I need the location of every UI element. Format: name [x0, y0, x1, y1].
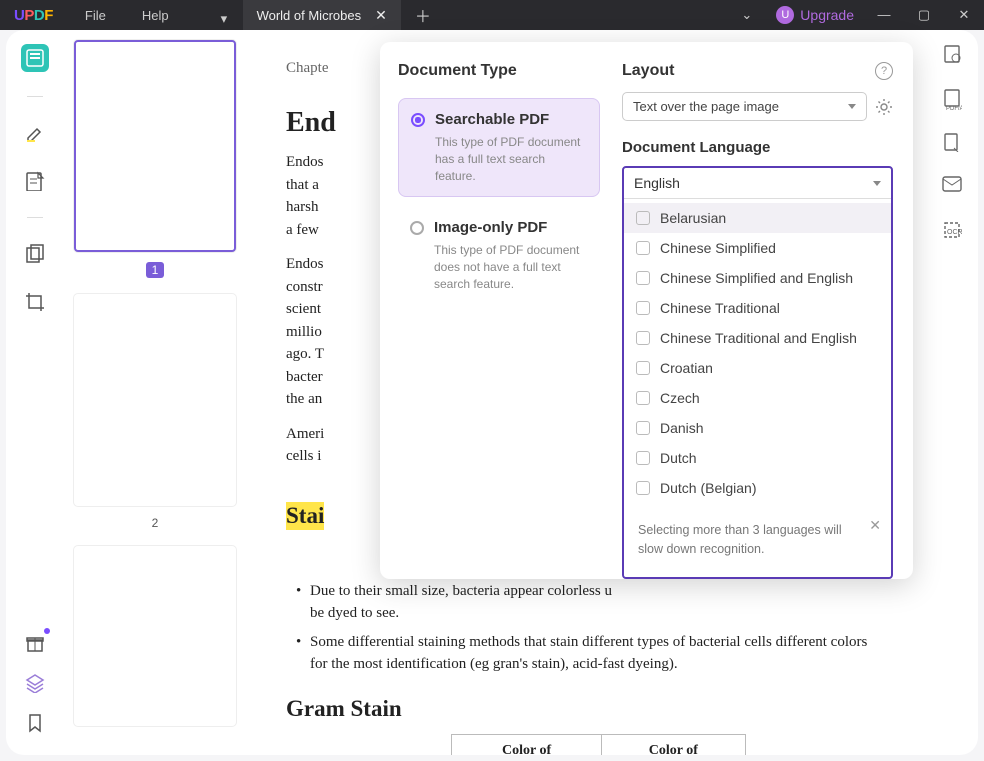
- lang-chinese-traditional[interactable]: Chinese Traditional: [624, 293, 891, 323]
- lang-chinese-simplified-english[interactable]: Chinese Simplified and English: [624, 263, 891, 293]
- lang-dutch[interactable]: Dutch: [624, 443, 891, 473]
- document-language-label: Document Language: [622, 139, 893, 156]
- checkbox-icon: [636, 421, 650, 435]
- gift-icon[interactable]: [23, 631, 47, 655]
- checkbox-icon: [636, 241, 650, 255]
- gear-icon[interactable]: [875, 98, 893, 116]
- doc-type-image-only-desc: This type of PDF document does not have …: [434, 242, 588, 292]
- tab-add-button[interactable]: ＋: [401, 3, 445, 27]
- close-button[interactable]: ✕: [944, 7, 984, 23]
- thumbnail-page-1[interactable]: [74, 40, 236, 252]
- language-dropdown: English Belarusian Chinese Simplified Ch…: [622, 166, 893, 579]
- language-note-text: Selecting more than 3 languages will slo…: [638, 523, 842, 556]
- lang-belarusian[interactable]: Belarusian: [624, 203, 891, 233]
- app-logo: UPDF: [0, 7, 67, 24]
- ocr-settings-section: Layout ? Text over the page image Docume…: [614, 42, 913, 579]
- doc-type-image-only[interactable]: Image-only PDF This type of PDF document…: [398, 207, 600, 304]
- bookmark-icon[interactable]: [23, 711, 47, 735]
- language-list[interactable]: Belarusian Chinese Simplified Chinese Si…: [624, 199, 891, 507]
- thumbnail-page-2-number: 2: [152, 516, 159, 530]
- lang-czech[interactable]: Czech: [624, 383, 891, 413]
- tab-title: World of Microbes: [257, 8, 362, 23]
- lang-croatian[interactable]: Croatian: [624, 353, 891, 383]
- help-icon[interactable]: ?: [875, 62, 893, 80]
- radio-icon: [410, 221, 424, 235]
- language-selected-value: English: [634, 175, 680, 191]
- thumbnail-panel[interactable]: 1 2: [64, 30, 246, 755]
- maximize-button[interactable]: ▢: [904, 7, 944, 23]
- page-extract-icon[interactable]: [942, 132, 964, 154]
- checkbox-icon: [636, 361, 650, 375]
- close-icon[interactable]: ✕: [869, 515, 881, 536]
- radio-icon: [411, 113, 425, 127]
- checkbox-icon: [636, 451, 650, 465]
- svg-text:PDF/A: PDF/A: [946, 106, 962, 110]
- ocr-icon[interactable]: OCR: [942, 220, 964, 242]
- tab-close-icon[interactable]: ✕: [375, 7, 387, 24]
- bullet-1: Due to their small size, bacteria appear…: [296, 580, 888, 625]
- mail-icon[interactable]: [942, 176, 964, 198]
- thumbnail-page-2[interactable]: [74, 294, 236, 506]
- lang-danish[interactable]: Danish: [624, 413, 891, 443]
- tab-strip-marker: ▾: [221, 11, 229, 19]
- menu-file[interactable]: File: [67, 8, 124, 23]
- tab-dropdown-icon[interactable]: ⌄: [727, 7, 766, 23]
- language-select-toggle[interactable]: English: [624, 168, 891, 199]
- checkbox-icon: [636, 481, 650, 495]
- layout-select[interactable]: Text over the page image: [622, 92, 867, 121]
- layers-icon[interactable]: [23, 671, 47, 695]
- lang-chinese-simplified[interactable]: Chinese Simplified: [624, 233, 891, 263]
- thumbnail-page-1-number: 1: [146, 262, 165, 278]
- layout-select-value: Text over the page image: [633, 99, 779, 114]
- checkbox-icon: [636, 331, 650, 345]
- pages-tool-icon[interactable]: [23, 242, 47, 266]
- lang-dutch-belgian[interactable]: Dutch (Belgian): [624, 473, 891, 503]
- thumbnail-page-3[interactable]: [74, 546, 236, 726]
- checkbox-icon: [636, 391, 650, 405]
- doc-type-searchable[interactable]: Searchable PDF This type of PDF document…: [398, 98, 600, 197]
- comment-tool-icon[interactable]: [23, 169, 47, 193]
- pdfa-icon[interactable]: PDF/A: [942, 88, 964, 110]
- titlebar: UPDF File Help ▾ World of Microbes ✕ ＋ ⌄…: [0, 0, 984, 30]
- doc-type-searchable-desc: This type of PDF document has a full tex…: [435, 134, 587, 184]
- ocr-doc-type-section: Document Type Searchable PDF This type o…: [380, 42, 614, 579]
- highlighter-icon[interactable]: [23, 121, 47, 145]
- layout-label: Layout: [622, 62, 674, 80]
- thumbnails-icon[interactable]: [21, 44, 49, 72]
- upgrade-label: Upgrade: [800, 7, 854, 23]
- bullet-2: Some differential staining methods that …: [296, 631, 888, 676]
- right-toolbar: PDF/A OCR: [928, 30, 978, 755]
- tab-strip: ▾ World of Microbes ✕ ＋ ⌄: [207, 0, 767, 30]
- menu-help[interactable]: Help: [124, 8, 187, 23]
- doc-type-image-only-title: Image-only PDF: [434, 219, 588, 236]
- upgrade-button[interactable]: U Upgrade: [766, 6, 864, 24]
- window-controls: ― ▢ ✕: [864, 7, 984, 23]
- upgrade-badge-icon: U: [776, 6, 794, 24]
- minimize-button[interactable]: ―: [864, 7, 904, 23]
- crop-tool-icon[interactable]: [23, 290, 47, 314]
- lang-chinese-traditional-english[interactable]: Chinese Traditional and English: [624, 323, 891, 353]
- language-note: ✕ Selecting more than 3 languages will s…: [624, 507, 891, 577]
- tab-active[interactable]: World of Microbes ✕: [243, 0, 401, 30]
- chevron-down-icon: [848, 104, 856, 109]
- doc-type-searchable-title: Searchable PDF: [435, 111, 587, 128]
- checkbox-icon: [636, 211, 650, 225]
- gram-stain-table: Color ofGram + cells Color ofGram - cell…: [286, 734, 746, 756]
- svg-text:OCR: OCR: [947, 229, 962, 236]
- checkbox-icon: [636, 301, 650, 315]
- doc-type-title: Document Type: [398, 62, 600, 80]
- heading-gram-stain: Gram Stain: [286, 696, 888, 722]
- checkbox-icon: [636, 271, 650, 285]
- chevron-down-icon: [873, 181, 881, 186]
- export-pdf-icon[interactable]: [942, 44, 964, 66]
- ocr-panel: Document Type Searchable PDF This type o…: [380, 42, 913, 579]
- left-toolbar: [6, 30, 64, 755]
- menu-bar: File Help: [67, 8, 187, 23]
